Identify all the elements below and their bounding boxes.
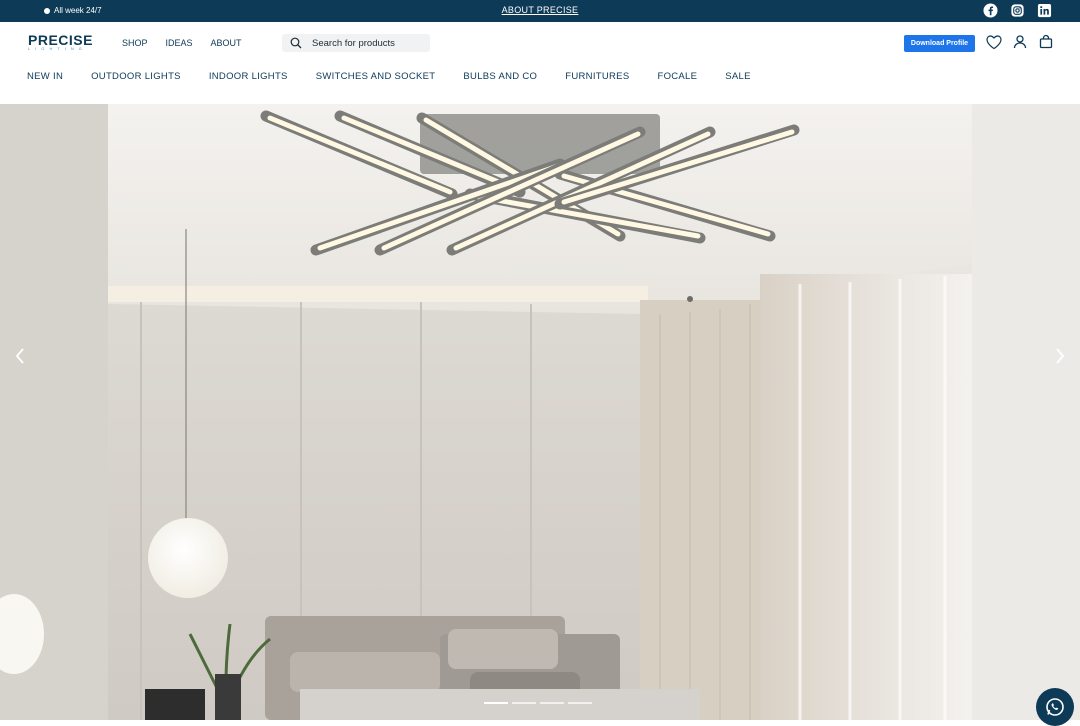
category-indoor-lights[interactable]: INDOOR LIGHTS xyxy=(209,71,288,82)
linkedin-icon[interactable] xyxy=(1037,3,1052,18)
slide-dot-2[interactable] xyxy=(512,702,536,704)
social-links xyxy=(983,3,1052,18)
slider-next-arrow[interactable] xyxy=(1052,346,1068,366)
category-outdoor-lights[interactable]: OUTDOOR LIGHTS xyxy=(91,71,181,82)
user-icon[interactable] xyxy=(1012,33,1028,51)
slider-prev-arrow[interactable] xyxy=(12,346,28,366)
primary-nav: SHOP IDEAS ABOUT xyxy=(122,38,242,48)
download-profile-button[interactable]: Download Profile xyxy=(904,35,975,52)
bag-icon[interactable] xyxy=(1038,33,1054,51)
hero-slider xyxy=(0,104,1080,720)
whatsapp-chat-button[interactable] xyxy=(1036,688,1074,726)
site-header: PRECISE LIGHTING SHOP IDEAS ABOUT Search… xyxy=(0,22,1080,104)
slide-dot-4[interactable] xyxy=(568,702,592,704)
category-new-in[interactable]: NEW IN xyxy=(27,71,63,82)
nav-about[interactable]: ABOUT xyxy=(211,38,242,48)
whatsapp-icon xyxy=(1046,698,1064,716)
instagram-icon[interactable] xyxy=(1010,3,1025,18)
logo-subtext: LIGHTING xyxy=(28,46,87,51)
announcement-bar: All week 24/7 ABOUT PRECISE xyxy=(0,0,1080,22)
about-precise-link[interactable]: ABOUT PRECISE xyxy=(502,5,579,15)
slider-pagination xyxy=(484,702,592,704)
category-focale[interactable]: FOCALE xyxy=(657,71,697,82)
hero-image xyxy=(0,104,1080,720)
brand-logo[interactable]: PRECISE LIGHTING xyxy=(28,32,93,51)
category-furnitures[interactable]: FURNITURES xyxy=(565,71,629,82)
nav-shop[interactable]: SHOP xyxy=(122,38,148,48)
nav-ideas[interactable]: IDEAS xyxy=(166,38,193,48)
slide-dot-3[interactable] xyxy=(540,702,564,704)
search-input[interactable]: Search for products xyxy=(282,34,430,52)
category-bulbs-and-co[interactable]: BULBS AND CO xyxy=(463,71,537,82)
facebook-icon[interactable] xyxy=(983,3,998,18)
category-nav: NEW IN OUTDOOR LIGHTS INDOOR LIGHTS SWIT… xyxy=(27,71,779,82)
category-switches-and-socket[interactable]: SWITCHES AND SOCKET xyxy=(316,71,436,82)
search-placeholder: Search for products xyxy=(312,37,395,49)
category-sale[interactable]: SALE xyxy=(725,71,751,82)
slide-dot-1[interactable] xyxy=(484,702,508,704)
search-icon xyxy=(290,37,302,49)
heart-icon[interactable] xyxy=(985,33,1003,51)
